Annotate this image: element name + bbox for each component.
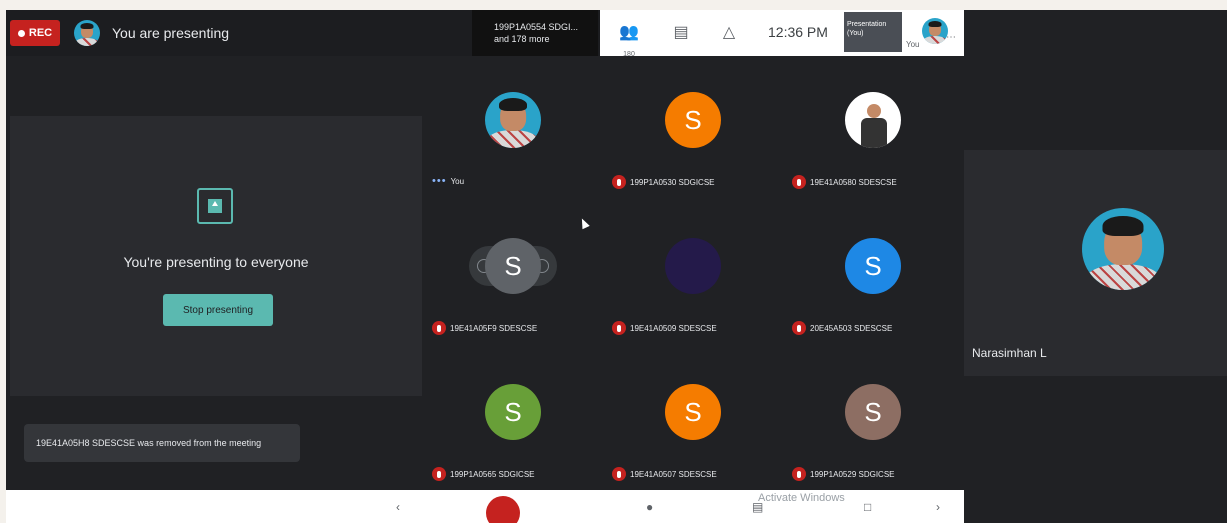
tile-name-text: 199P1A0565 SDGICSE [450, 469, 535, 479]
mic-muted-icon [432, 321, 446, 335]
mic-muted-icon [792, 175, 806, 189]
tile-name: 199P1A0529 SDGICSE [792, 467, 895, 481]
recording-badge: REC [10, 20, 60, 46]
tile-self[interactable]: ••• You [424, 56, 602, 196]
tile-name-text: 19E41A0509 SDESCSE [630, 323, 717, 333]
clock: 12:36 PM [768, 24, 828, 40]
tile-participant[interactable]: S 199P1A0529 SDGICSE [784, 348, 962, 488]
tile-name-text: 199P1A0529 SDGICSE [810, 469, 895, 479]
chat-icon[interactable]: ▤ [670, 22, 692, 44]
present-screen-icon [197, 188, 233, 224]
end-call-button[interactable] [486, 496, 520, 523]
tile-participant[interactable]: S 199P1A0530 SDGICSE [604, 56, 782, 196]
self-thumb-label: You [906, 40, 920, 49]
participant-avatar: S [665, 92, 721, 148]
bottom-toolbar: ‹ ● ▤ Activate Windows □ › [6, 490, 964, 523]
mic-muted-icon [612, 321, 626, 335]
self-avatar [485, 92, 541, 148]
tile-name: 19E41A0507 SDESCSE [612, 467, 717, 481]
presentation-thumb-sub: (You) [847, 30, 864, 37]
tile-name: ••• You [432, 175, 464, 187]
activate-windows-watermark: Activate Windows [758, 492, 845, 504]
participants-icon[interactable]: 👥180 [618, 22, 640, 58]
mic-muted-icon [792, 467, 806, 481]
top-participant-more: and 178 more [494, 34, 550, 44]
self-thumb-avatar[interactable] [922, 18, 948, 44]
rec-label: REC [28, 27, 53, 39]
participant-avatar: S [485, 384, 541, 440]
tile-name-text: 19E41A0507 SDESCSE [630, 469, 717, 479]
presentation-thumb-label: Presentation [847, 21, 887, 28]
tile-name-text: You [450, 176, 465, 186]
spotlight-panel: Narasimhan L [964, 10, 1227, 523]
tile-participant[interactable]: S 199P1A0565 SDGICSE [424, 348, 602, 488]
more-options-icon[interactable]: ••• [432, 175, 447, 187]
spotlight-avatar [1082, 208, 1164, 290]
presenting-title: You're presenting to everyone [123, 254, 309, 270]
meet-window: REC You are presenting 199P1A0554 SDGI..… [6, 10, 964, 523]
tile-name-text: 19E41A05F9 SDESCSE [450, 323, 538, 333]
tile-name-text: 19E41A0580 SDESCSE [810, 177, 897, 187]
tile-name: 19E41A0580 SDESCSE [792, 175, 897, 189]
top-participant-strip[interactable]: 199P1A0554 SDGI... and 178 more [472, 10, 598, 56]
participant-poster-image [665, 238, 721, 294]
activities-icon[interactable]: △ [718, 22, 740, 44]
more-options-icon[interactable]: › [936, 500, 950, 514]
presentation-thumbnail[interactable]: Presentation (You) [844, 12, 902, 52]
presenter-avatar [74, 20, 100, 46]
present-icon[interactable]: □ [864, 500, 878, 514]
participant-avatar: S [665, 384, 721, 440]
stop-presenting-button[interactable]: Stop presenting [163, 294, 273, 326]
participant-grid: ••• You S 199P1A0530 SDGICSE 19E41A0580 S… [424, 56, 964, 490]
mic-muted-icon [792, 321, 806, 335]
participant-photo [845, 92, 901, 148]
participant-avatar: S [845, 238, 901, 294]
tile-name: 199P1A0530 SDGICSE [612, 175, 715, 189]
tile-name-text: 20E45A503 SDESCSE [810, 323, 893, 333]
mic-icon[interactable]: ‹ [396, 500, 410, 514]
participant-avatar: S [485, 238, 541, 294]
tile-participant[interactable]: S 20E45A503 SDESCSE [784, 202, 962, 342]
tile-name-text: 199P1A0530 SDGICSE [630, 177, 715, 187]
mic-muted-icon [612, 467, 626, 481]
participant-avatar: S [845, 384, 901, 440]
presenting-banner: You are presenting [112, 25, 230, 41]
camera-icon[interactable]: ● [646, 500, 660, 514]
tile-name: 19E41A0509 SDESCSE [612, 321, 717, 335]
top-controls: 👥180 ▤ △ 12:36 PM Presentation (You) You… [600, 10, 964, 58]
removal-notice: 19E41A05H8 SDESCSE was removed from the … [24, 424, 300, 462]
record-dot-icon [17, 29, 25, 37]
mic-muted-icon [612, 175, 626, 189]
mic-muted-icon [432, 467, 446, 481]
tile-name: 199P1A0565 SDGICSE [432, 467, 535, 481]
presenting-panel: You're presenting to everyone Stop prese… [10, 116, 422, 396]
spotlight-name: Narasimhan L [972, 346, 1047, 360]
tile-participant[interactable]: S 19E41A05F9 SDESCSE [424, 202, 602, 342]
spotlight-tile[interactable]: Narasimhan L [964, 150, 1227, 376]
top-participant-name: 199P1A0554 SDGI... [494, 22, 579, 32]
tile-participant[interactable]: S 19E41A0507 SDESCSE [604, 348, 782, 488]
tile-participant[interactable]: 19E41A0509 SDESCSE [604, 202, 782, 342]
tile-name: 19E41A05F9 SDESCSE [432, 321, 537, 335]
more-options-icon[interactable]: ⋯ [946, 32, 956, 43]
tile-name: 20E45A503 SDESCSE [792, 321, 892, 335]
top-bar: REC You are presenting 199P1A0554 SDGI..… [6, 10, 964, 58]
tile-participant[interactable]: 19E41A0580 SDESCSE [784, 56, 962, 196]
